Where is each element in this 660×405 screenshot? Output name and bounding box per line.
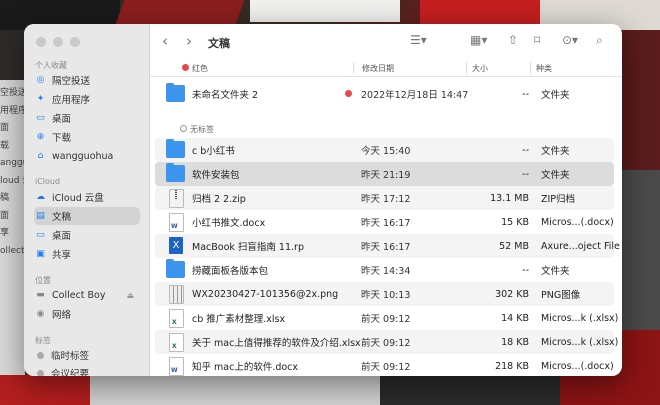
file-row[interactable]: WX20230427-101356@2x.png 昨天 10:13 302 KB…	[155, 282, 614, 306]
tag-dot-icon	[37, 351, 44, 359]
sidebar-item-shared[interactable]: ▣ 共享	[34, 245, 140, 263]
word-file-icon	[169, 213, 184, 232]
download-icon: ⊕	[36, 132, 45, 142]
sidebar-item-tag-temp[interactable]: 临时标签	[34, 346, 140, 364]
zoom-button[interactable]	[70, 37, 80, 47]
file-row[interactable]: 关于 mac上值得推荐的软件及介绍.xlsx 前天 09:12 18 KB Mi…	[155, 330, 618, 354]
sidebar-item-icloud-desktop[interactable]: ▭ 桌面	[34, 226, 140, 244]
file-row[interactable]: 软件安装包 昨天 21:19 -- 文件夹	[155, 162, 614, 186]
cloud-icon: ☁	[36, 192, 45, 202]
toolbar: ‹ › 文稿 ☰▾ ▦▾ ⇧ ⌑ ⊙▾ ⌕	[150, 24, 622, 60]
window-title: 文稿	[208, 37, 230, 50]
desktop-icon: ▭	[36, 113, 45, 123]
eject-icon[interactable]: ⏏	[126, 291, 134, 300]
zip-file-icon	[169, 189, 184, 208]
folder-icon	[166, 83, 185, 102]
file-row[interactable]: 捞藏面板各版本包 昨天 14:34 -- 文件夹	[155, 258, 614, 282]
share-icon[interactable]: ⇧	[508, 33, 518, 47]
tag-dot-icon	[37, 369, 44, 376]
forward-icon[interactable]: ›	[186, 32, 192, 50]
sidebar-item-downloads[interactable]: ⊕ 下载	[34, 128, 140, 146]
shared-folder-icon: ▣	[36, 249, 45, 259]
file-row[interactable]: c b小红书 今天 15:40 -- 文件夹	[155, 138, 614, 162]
search-icon[interactable]: ⌕	[596, 33, 603, 48]
desktop-icon: ▭	[36, 230, 45, 240]
file-row[interactable]: 知乎 mac上的软件.docx 前天 09:12 218 KB Micros..…	[155, 354, 614, 376]
sidebar-section-tags: 标签	[35, 336, 51, 345]
column-date[interactable]: 修改日期	[362, 63, 394, 74]
airdrop-icon: ◎	[36, 75, 45, 85]
sidebar-item-airdrop[interactable]: ◎ 隔空投送	[34, 71, 140, 89]
disk-icon: ▬	[36, 290, 45, 300]
sidebar-item-network[interactable]: ◉ 网络	[34, 305, 140, 323]
file-row[interactable]: cb 推广素材整理.xlsx 前天 09:12 14 KB Micros...k…	[155, 306, 618, 330]
sidebar: 个人收藏 ◎ 隔空投送 ✦ 应用程序 ▭ 桌面 ⊕ 下载 ⌂ wangguohua iCl…	[24, 24, 150, 376]
file-row[interactable]: 未命名文件夹 2 2022年12月18日 14:47 -- 文件夹	[155, 82, 614, 106]
folder-icon	[166, 259, 185, 278]
axure-file-icon: X	[169, 237, 183, 254]
tag-red-icon	[182, 64, 189, 71]
file-row[interactable]: 归档 2 2.zip 昨天 17:12 13.1 MB ZIP归档	[155, 186, 614, 210]
list-view-icon[interactable]: ☰▾	[410, 33, 427, 47]
window-controls	[36, 37, 80, 47]
file-row[interactable]: X MacBook 扫盲指南 11.rp 昨天 16:17 52 MB Axur…	[155, 234, 620, 258]
word-file-icon	[169, 357, 184, 376]
folder-icon	[166, 163, 185, 182]
red-tag-icon	[345, 90, 352, 97]
sidebar-section-locations: 位置	[35, 276, 51, 285]
sidebar-item-icloud-drive[interactable]: ☁ iCloud 云盘	[34, 188, 140, 206]
group-icon[interactable]: ▦▾	[470, 33, 487, 47]
group-label-untagged: 无标签	[180, 124, 214, 135]
image-file-icon	[169, 285, 184, 304]
excel-file-icon	[169, 309, 184, 328]
folder-icon	[166, 139, 185, 158]
sidebar-item-tag-meeting[interactable]: 会议纪要	[34, 364, 140, 376]
back-icon[interactable]: ‹	[162, 32, 168, 50]
home-icon: ⌂	[37, 151, 44, 161]
applications-icon: ✦	[36, 94, 45, 104]
background-window-sidebar: 空投送 用程序 面 载 angguohua loud 云盘 稿 面 享 olle…	[0, 88, 26, 256]
column-kind[interactable]: 种类	[536, 63, 552, 74]
group-label-red: 红色	[192, 64, 208, 73]
sidebar-section-icloud: iCloud	[35, 177, 61, 186]
tag-icon[interactable]: ⌑	[534, 33, 540, 47]
sidebar-section-favorites: 个人收藏	[35, 61, 67, 70]
column-size[interactable]: 大小	[472, 63, 488, 74]
sidebar-item-documents[interactable]: ▤ 文稿	[34, 207, 140, 225]
more-actions-icon[interactable]: ⊙▾	[562, 33, 578, 47]
sidebar-item-desktop[interactable]: ▭ 桌面	[34, 109, 140, 127]
network-icon: ◉	[36, 309, 45, 319]
document-icon: ▤	[36, 211, 45, 221]
close-button[interactable]	[36, 37, 46, 47]
excel-file-icon	[169, 333, 184, 352]
finder-window: 个人收藏 ◎ 隔空投送 ✦ 应用程序 ▭ 桌面 ⊕ 下载 ⌂ wangguohua iCl…	[24, 24, 622, 376]
file-row[interactable]: 小红书推文.docx 昨天 16:17 15 KB Micros...(.doc…	[155, 210, 614, 234]
sidebar-item-applications[interactable]: ✦ 应用程序	[34, 90, 140, 108]
column-header: 红色 修改日期 大小 种类	[150, 60, 622, 77]
sidebar-item-collect-boy[interactable]: ▬ Collect Boy ⏏	[34, 286, 140, 304]
sidebar-item-home[interactable]: ⌂ wangguohua	[34, 147, 140, 165]
minimize-button[interactable]	[53, 37, 63, 47]
